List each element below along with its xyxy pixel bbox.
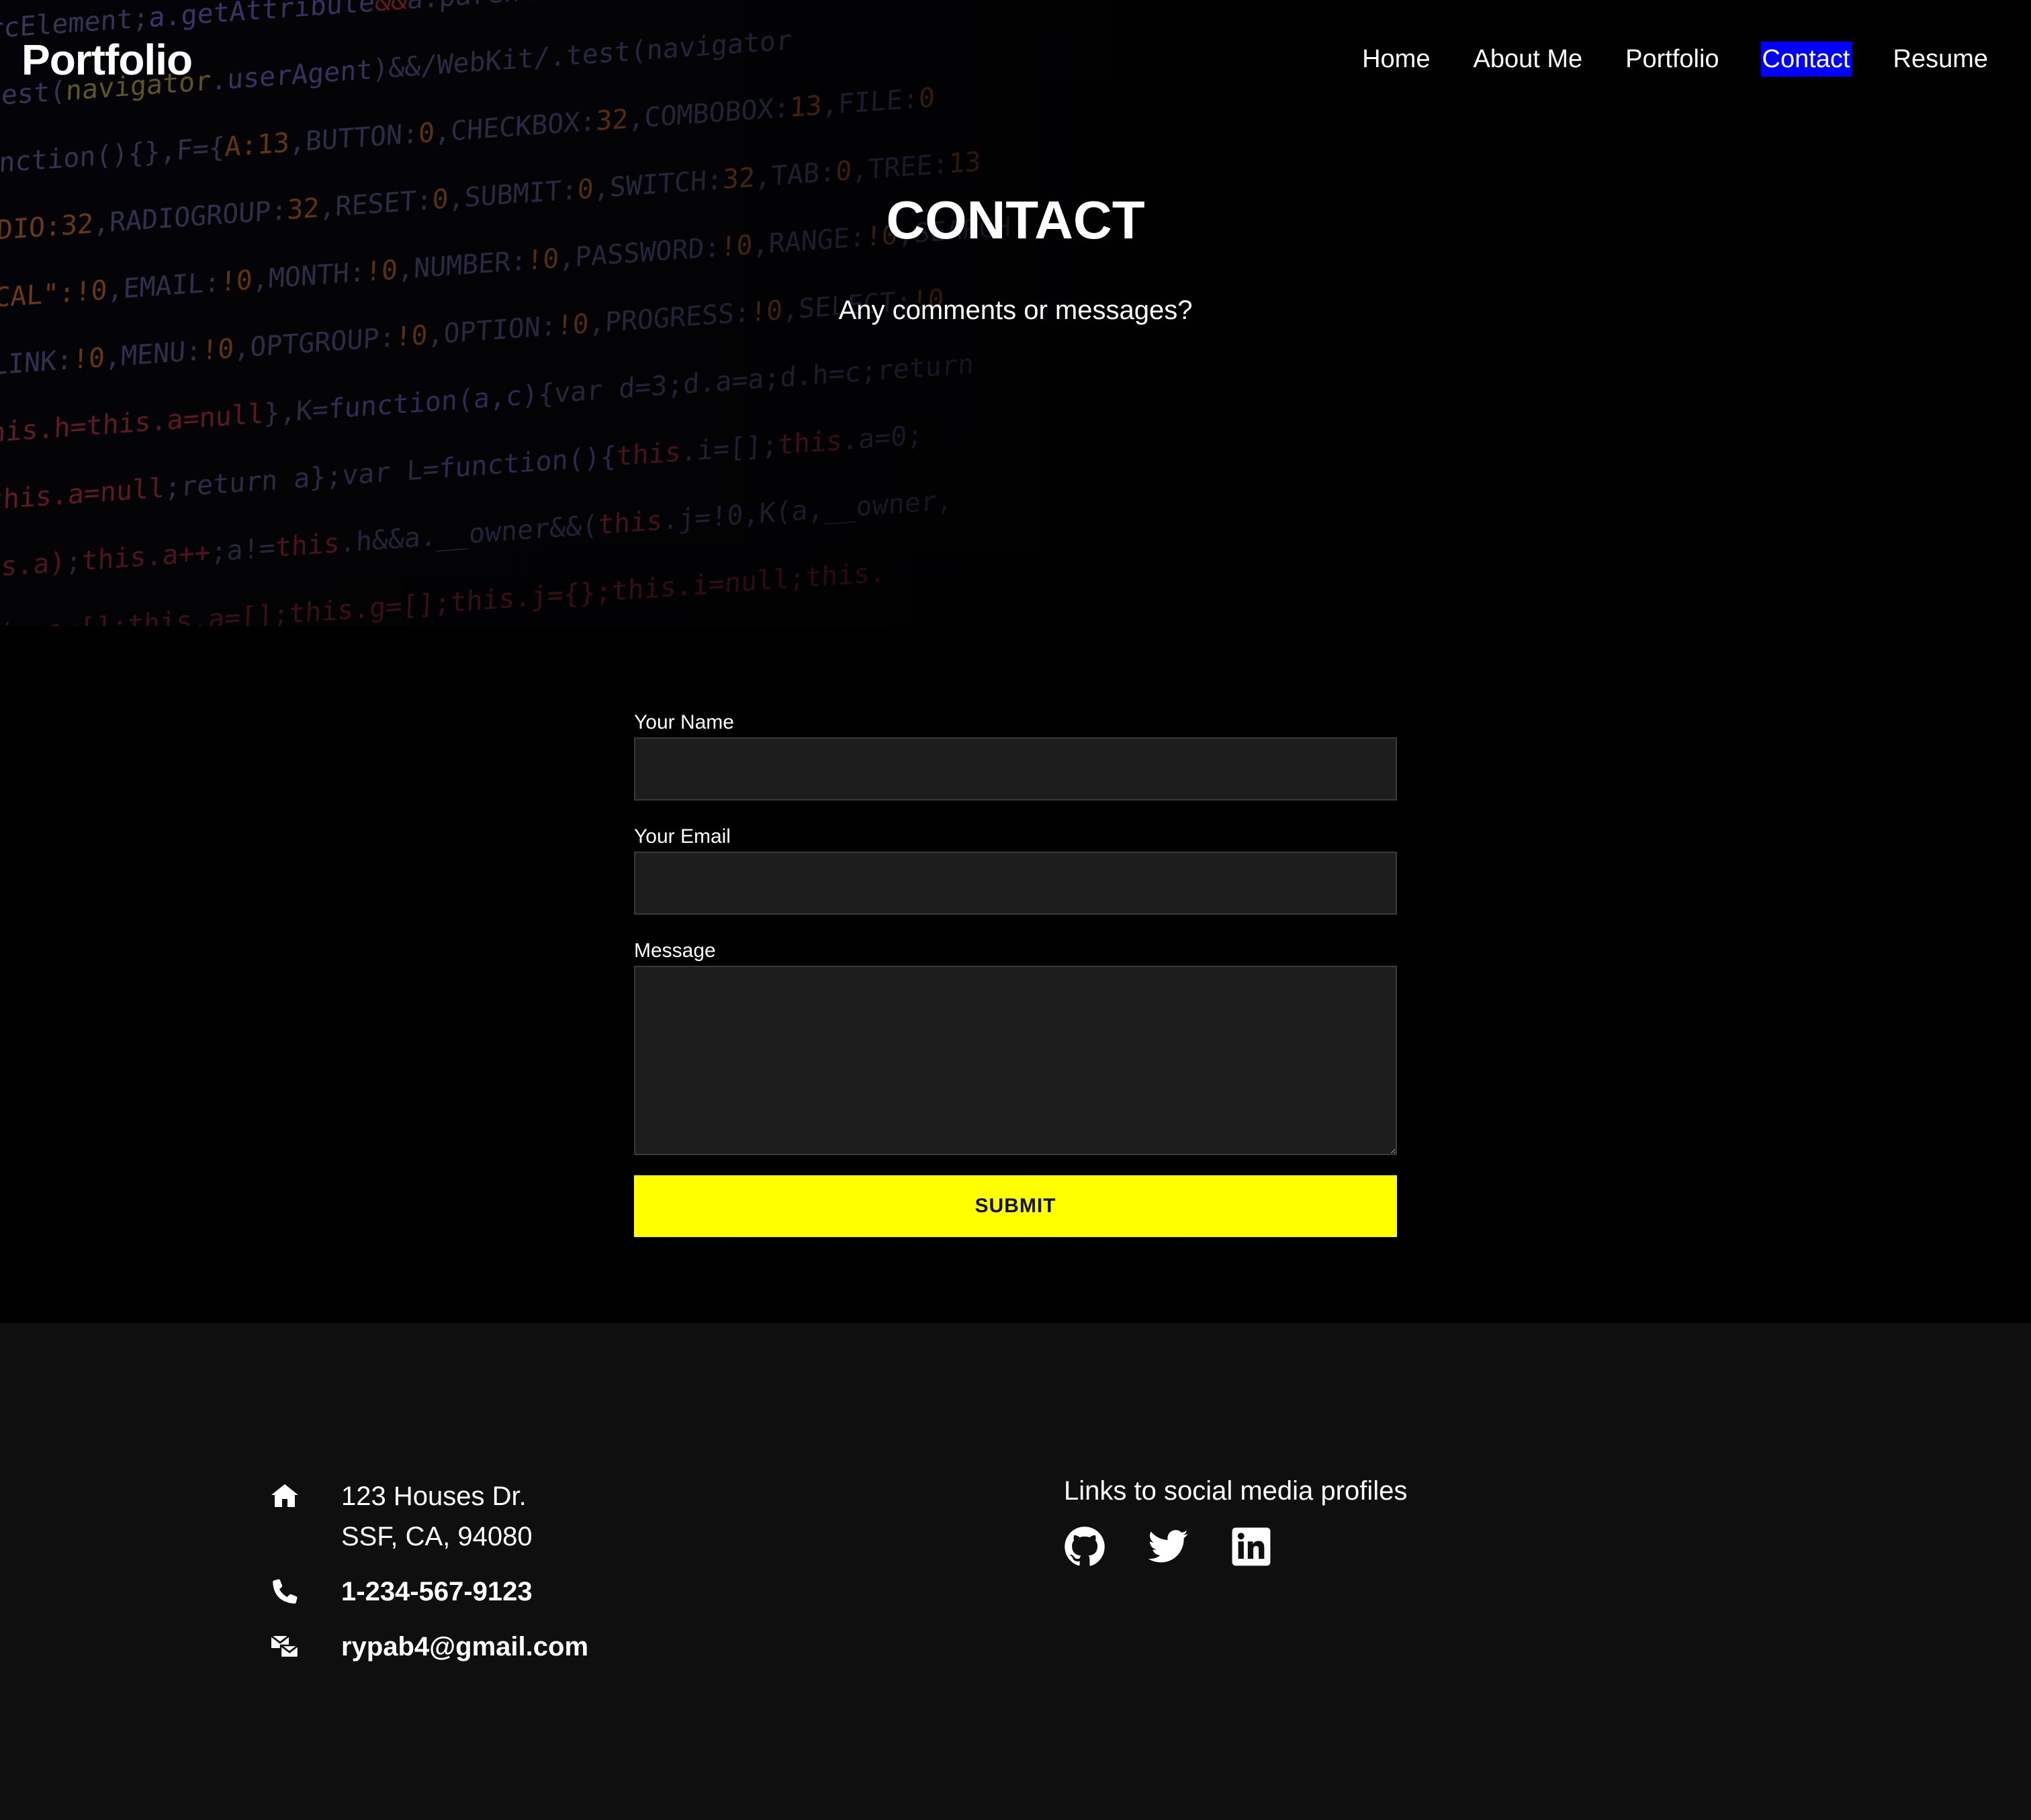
nav-about-me[interactable]: About Me — [1472, 42, 1584, 77]
social-title: Links to social media profiles — [1064, 1476, 1408, 1506]
email-address[interactable]: rypab4@gmail.com — [341, 1632, 588, 1662]
hero-section: srcElement;a.getAttribute&&a.parentNode&… — [0, 0, 2031, 626]
address-row: 123 Houses Dr. SSF, CA, 94080 — [269, 1476, 873, 1557]
contact-info: 123 Houses Dr. SSF, CA, 94080 1-234-567-… — [269, 1476, 873, 1682]
footer: 123 Houses Dr. SSF, CA, 94080 1-234-567-… — [0, 1323, 2031, 1820]
nav-resume[interactable]: Resume — [1892, 42, 1990, 77]
social-links: Links to social media profiles — [1064, 1472, 1407, 1567]
brand-logo[interactable]: Portfolio — [21, 35, 193, 85]
nav-home[interactable]: Home — [1361, 42, 1431, 77]
name-input[interactable] — [634, 737, 1397, 801]
name-label: Your Name — [634, 711, 734, 733]
mail-icon — [271, 1635, 300, 1659]
contact-form: Your Name Your Email Message SUBMIT — [634, 711, 1397, 1237]
address-line-2: SSF, CA, 94080 — [341, 1522, 533, 1551]
submit-button[interactable]: SUBMIT — [634, 1175, 1397, 1237]
address-line-1: 123 Houses Dr. — [341, 1482, 527, 1511]
message-label: Message — [634, 940, 716, 962]
email-row: rypab4@gmail.com — [269, 1627, 873, 1667]
email-input[interactable] — [634, 852, 1397, 915]
nav-portfolio[interactable]: Portfolio — [1624, 42, 1720, 77]
github-icon[interactable] — [1064, 1526, 1105, 1567]
main-nav: Home About Me Portfolio Contact Resume — [1320, 42, 1989, 77]
phone-icon — [273, 1579, 298, 1604]
message-textarea[interactable] — [634, 966, 1397, 1155]
linkedin-icon[interactable] — [1230, 1526, 1272, 1567]
email-label: Your Email — [634, 825, 731, 848]
phone-row: 1-234-567-9123 — [269, 1572, 873, 1612]
phone-number[interactable]: 1-234-567-9123 — [341, 1577, 533, 1606]
page-subtitle: Any comments or messages? — [838, 295, 1193, 325]
home-icon — [271, 1484, 298, 1507]
page-title: CONTACT — [886, 190, 1145, 250]
nav-contact[interactable]: Contact — [1760, 42, 1852, 77]
twitter-icon[interactable] — [1147, 1526, 1189, 1567]
social-icons — [1064, 1526, 1407, 1567]
